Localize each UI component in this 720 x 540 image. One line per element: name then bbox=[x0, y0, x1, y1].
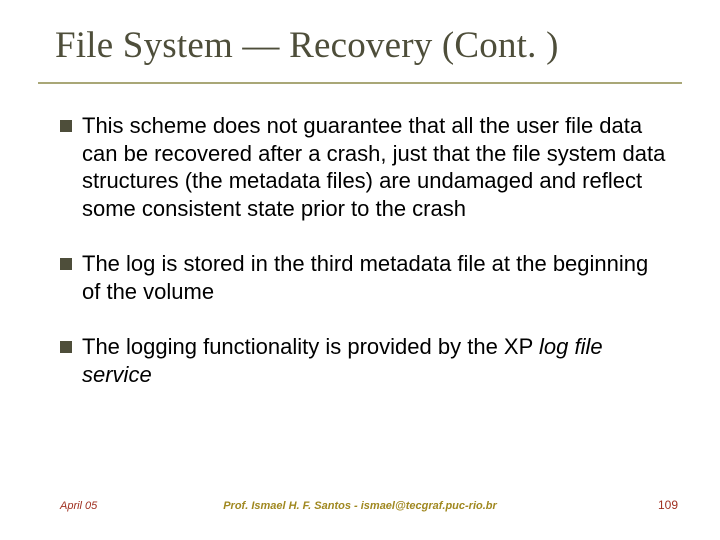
bullet-text: The logging functionality is provided by… bbox=[82, 333, 670, 388]
bullet-item: The logging functionality is provided by… bbox=[60, 333, 670, 388]
square-bullet-icon bbox=[60, 258, 72, 270]
bullet-item: The log is stored in the third metadata … bbox=[60, 250, 670, 305]
square-bullet-icon bbox=[60, 341, 72, 353]
slide-number: 109 bbox=[658, 498, 678, 512]
bullet-text: The log is stored in the third metadata … bbox=[82, 250, 670, 305]
slide: File System — Recovery (Cont. ) This sch… bbox=[0, 0, 720, 540]
bullet-prefix: The logging functionality is provided by… bbox=[82, 334, 539, 359]
square-bullet-icon bbox=[60, 120, 72, 132]
bullet-item: This scheme does not guarantee that all … bbox=[60, 112, 670, 222]
title-underline bbox=[38, 82, 682, 84]
bullet-text: This scheme does not guarantee that all … bbox=[82, 112, 670, 222]
slide-content: This scheme does not guarantee that all … bbox=[60, 112, 670, 416]
slide-title: File System — Recovery (Cont. ) bbox=[55, 24, 680, 67]
footer-attribution: Prof. Ismael H. F. Santos - ismael@tecgr… bbox=[0, 500, 720, 512]
